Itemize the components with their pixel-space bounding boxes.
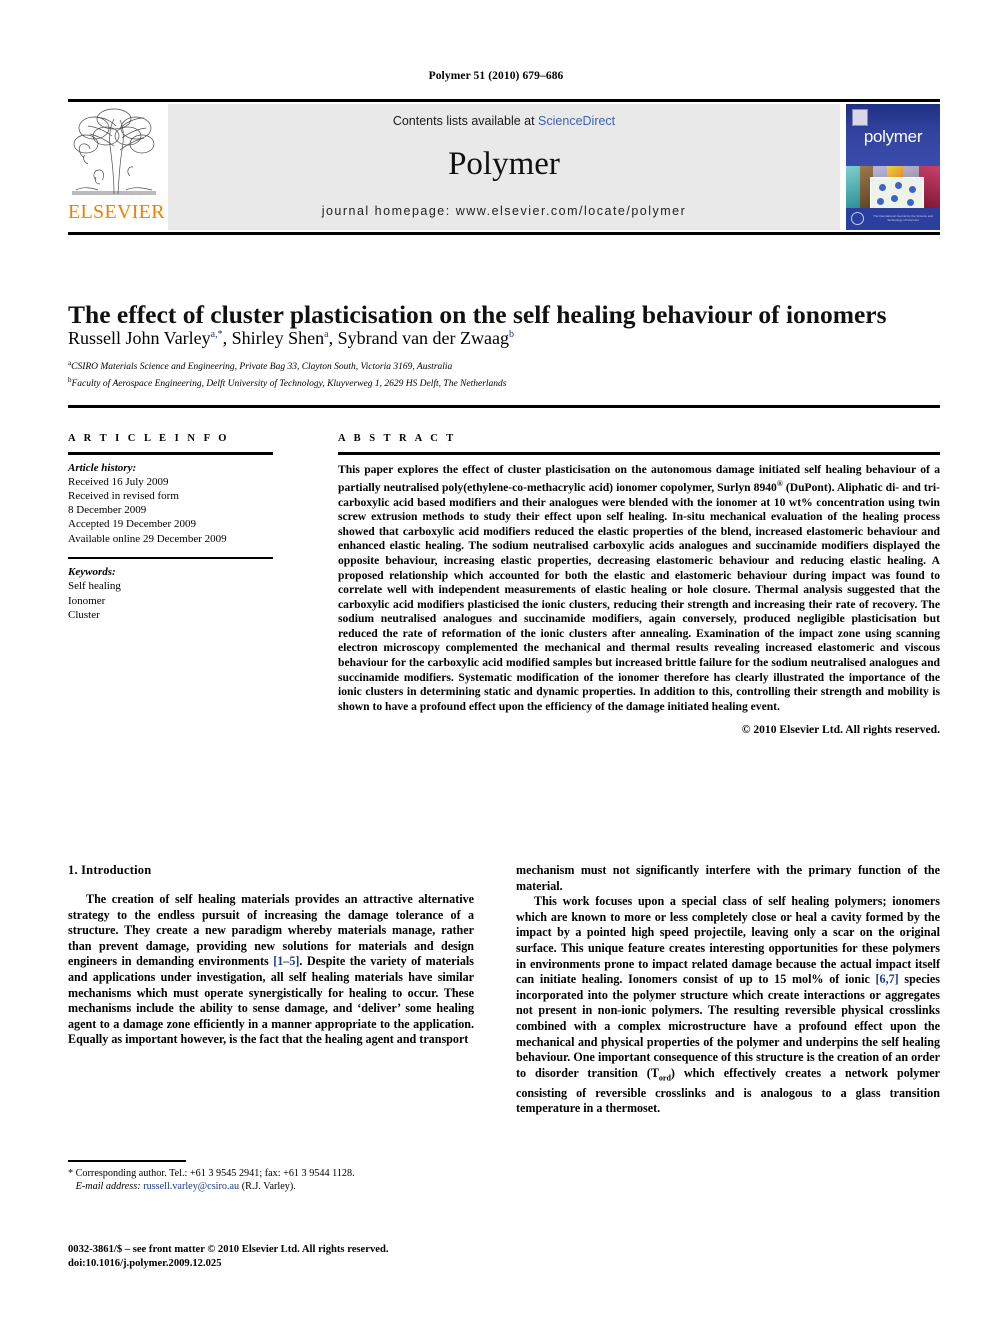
citation-ref-6-7[interactable]: [6,7] bbox=[876, 972, 899, 986]
journal-masthead: ELSEVIER Contents lists available at Sci… bbox=[68, 99, 940, 235]
email-link[interactable]: russell.varley@csiro.au bbox=[143, 1181, 239, 1192]
running-head: Polymer 51 (2010) 679–686 bbox=[428, 70, 564, 82]
abstract-part-2: (DuPont). Aliphatic di- and tri-carboxyl… bbox=[338, 480, 940, 713]
elsevier-tree-icon bbox=[70, 106, 158, 199]
cover-footer-text: The International Journal for the Scienc… bbox=[873, 214, 933, 222]
email-suffix: (R.J. Varley). bbox=[241, 1181, 296, 1193]
keywords-label: Keywords: bbox=[68, 566, 116, 579]
article-history-block: Article history: Received 16 July 2009 R… bbox=[68, 461, 273, 546]
cover-badge-icon bbox=[852, 109, 868, 126]
sciencedirect-link[interactable]: ScienceDirect bbox=[538, 114, 615, 128]
abstract-heading: A B S T R A C T bbox=[338, 433, 457, 444]
intro-paragraph-2: This work focuses upon a special class o… bbox=[516, 894, 940, 1117]
abstract-rule bbox=[338, 452, 940, 455]
author-marks: a bbox=[324, 329, 329, 340]
affiliation-text: Faculty of Aerospace Engineering, Delft … bbox=[71, 378, 507, 389]
body-column-right: mechanism must not significantly interfe… bbox=[516, 863, 940, 1117]
cover-copyright-icon bbox=[851, 212, 864, 225]
history-item: Available online 29 December 2009 bbox=[68, 532, 227, 545]
masthead-bottom-rule bbox=[68, 232, 940, 235]
email-note: E-mail address: russell.varley@csiro.au … bbox=[68, 1180, 488, 1193]
elsevier-logo: ELSEVIER bbox=[68, 104, 165, 230]
masthead-top-rule bbox=[68, 99, 940, 102]
keywords-block: Keywords: Self healing Ionomer Cluster bbox=[68, 565, 273, 622]
footnote-divider bbox=[68, 1160, 186, 1162]
cover-journal-title: polymer bbox=[863, 127, 923, 146]
affiliation-text: CSIRO Materials Science and Engineering,… bbox=[71, 362, 453, 373]
keywords-rule bbox=[68, 556, 273, 560]
keyword-item: Cluster bbox=[68, 608, 100, 621]
abstract-column: A B S T R A C T This paper explores the … bbox=[338, 432, 940, 736]
author-name: Sybrand van der Zwaag bbox=[337, 328, 510, 348]
affiliation-list: aCSIRO Materials Science and Engineering… bbox=[68, 357, 940, 390]
keyword-item: Self healing bbox=[68, 580, 121, 593]
paper-page: Polymer 51 (2010) 679–686 ELSEVIER Conte… bbox=[0, 0, 992, 1323]
history-item: Received in revised form bbox=[68, 489, 179, 502]
email-label: E-mail address: bbox=[75, 1181, 141, 1193]
history-item: Received 16 July 2009 bbox=[68, 475, 169, 488]
intro-paragraph-1: The creation of self healing materials p… bbox=[68, 892, 474, 1048]
introduction-heading: 1. Introduction bbox=[68, 863, 152, 877]
author-marks: b bbox=[509, 329, 515, 340]
journal-title: Polymer bbox=[448, 146, 560, 182]
cover-inset-diagram bbox=[870, 177, 924, 212]
article-info-column: A R T I C L E I N F O Article history: R… bbox=[68, 432, 273, 622]
elsevier-wordmark: ELSEVIER bbox=[68, 201, 165, 223]
article-history-label: Article history: bbox=[68, 461, 137, 474]
body-column-left: 1. Introduction The creation of self hea… bbox=[68, 863, 474, 1048]
author-list: Russell John Varleya,*, Shirley Shena, S… bbox=[68, 328, 515, 348]
journal-cover-thumbnail: polymer The International Journal for th… bbox=[846, 104, 940, 230]
article-info-heading: A R T I C L E I N F O bbox=[68, 433, 230, 444]
issn-block: 0032-3861/$ – see front matter © 2010 El… bbox=[68, 1243, 498, 1270]
doi-line[interactable]: doi:10.1016/j.polymer.2009.12.025 bbox=[68, 1257, 498, 1271]
author-marks: a,* bbox=[210, 329, 223, 340]
footnote-block: * Corresponding author. Tel.: +61 3 9545… bbox=[68, 1167, 488, 1194]
intro-paragraph-1-continued: mechanism must not significantly interfe… bbox=[516, 863, 940, 893]
intro-p2-text-b: species incorporated into the polymer st… bbox=[516, 972, 940, 1080]
author-name: Shirley Shen bbox=[231, 328, 325, 348]
affiliation-item: aCSIRO Materials Science and Engineering… bbox=[68, 357, 940, 374]
masthead-banner: Contents lists available at ScienceDirec… bbox=[168, 104, 840, 230]
section-divider-rule bbox=[68, 405, 940, 408]
contents-lists-line: Contents lists available at ScienceDirec… bbox=[168, 114, 840, 128]
affiliation-item: bFaculty of Aerospace Engineering, Delft… bbox=[68, 374, 940, 391]
author-name: Russell John Varley bbox=[68, 328, 211, 348]
copyright-line: © 2010 Elsevier Ltd. All rights reserved… bbox=[741, 723, 940, 737]
history-item: Accepted 19 December 2009 bbox=[68, 518, 196, 531]
abstract-text: This paper explores the effect of cluste… bbox=[338, 463, 940, 715]
citation-ref-1-5[interactable]: [1–5] bbox=[273, 954, 299, 968]
issn-line: 0032-3861/$ – see front matter © 2010 El… bbox=[68, 1244, 389, 1255]
keyword-item: Ionomer bbox=[68, 594, 106, 607]
corresponding-author-note: * Corresponding author. Tel.: +61 3 9545… bbox=[68, 1168, 355, 1179]
history-item: 8 December 2009 bbox=[68, 504, 147, 517]
article-info-rule bbox=[68, 452, 273, 455]
journal-homepage-link[interactable]: journal homepage: www.elsevier.com/locat… bbox=[168, 204, 840, 218]
contents-prefix: Contents lists available at bbox=[392, 114, 539, 128]
t-ord-subscript: ord bbox=[658, 1073, 671, 1083]
